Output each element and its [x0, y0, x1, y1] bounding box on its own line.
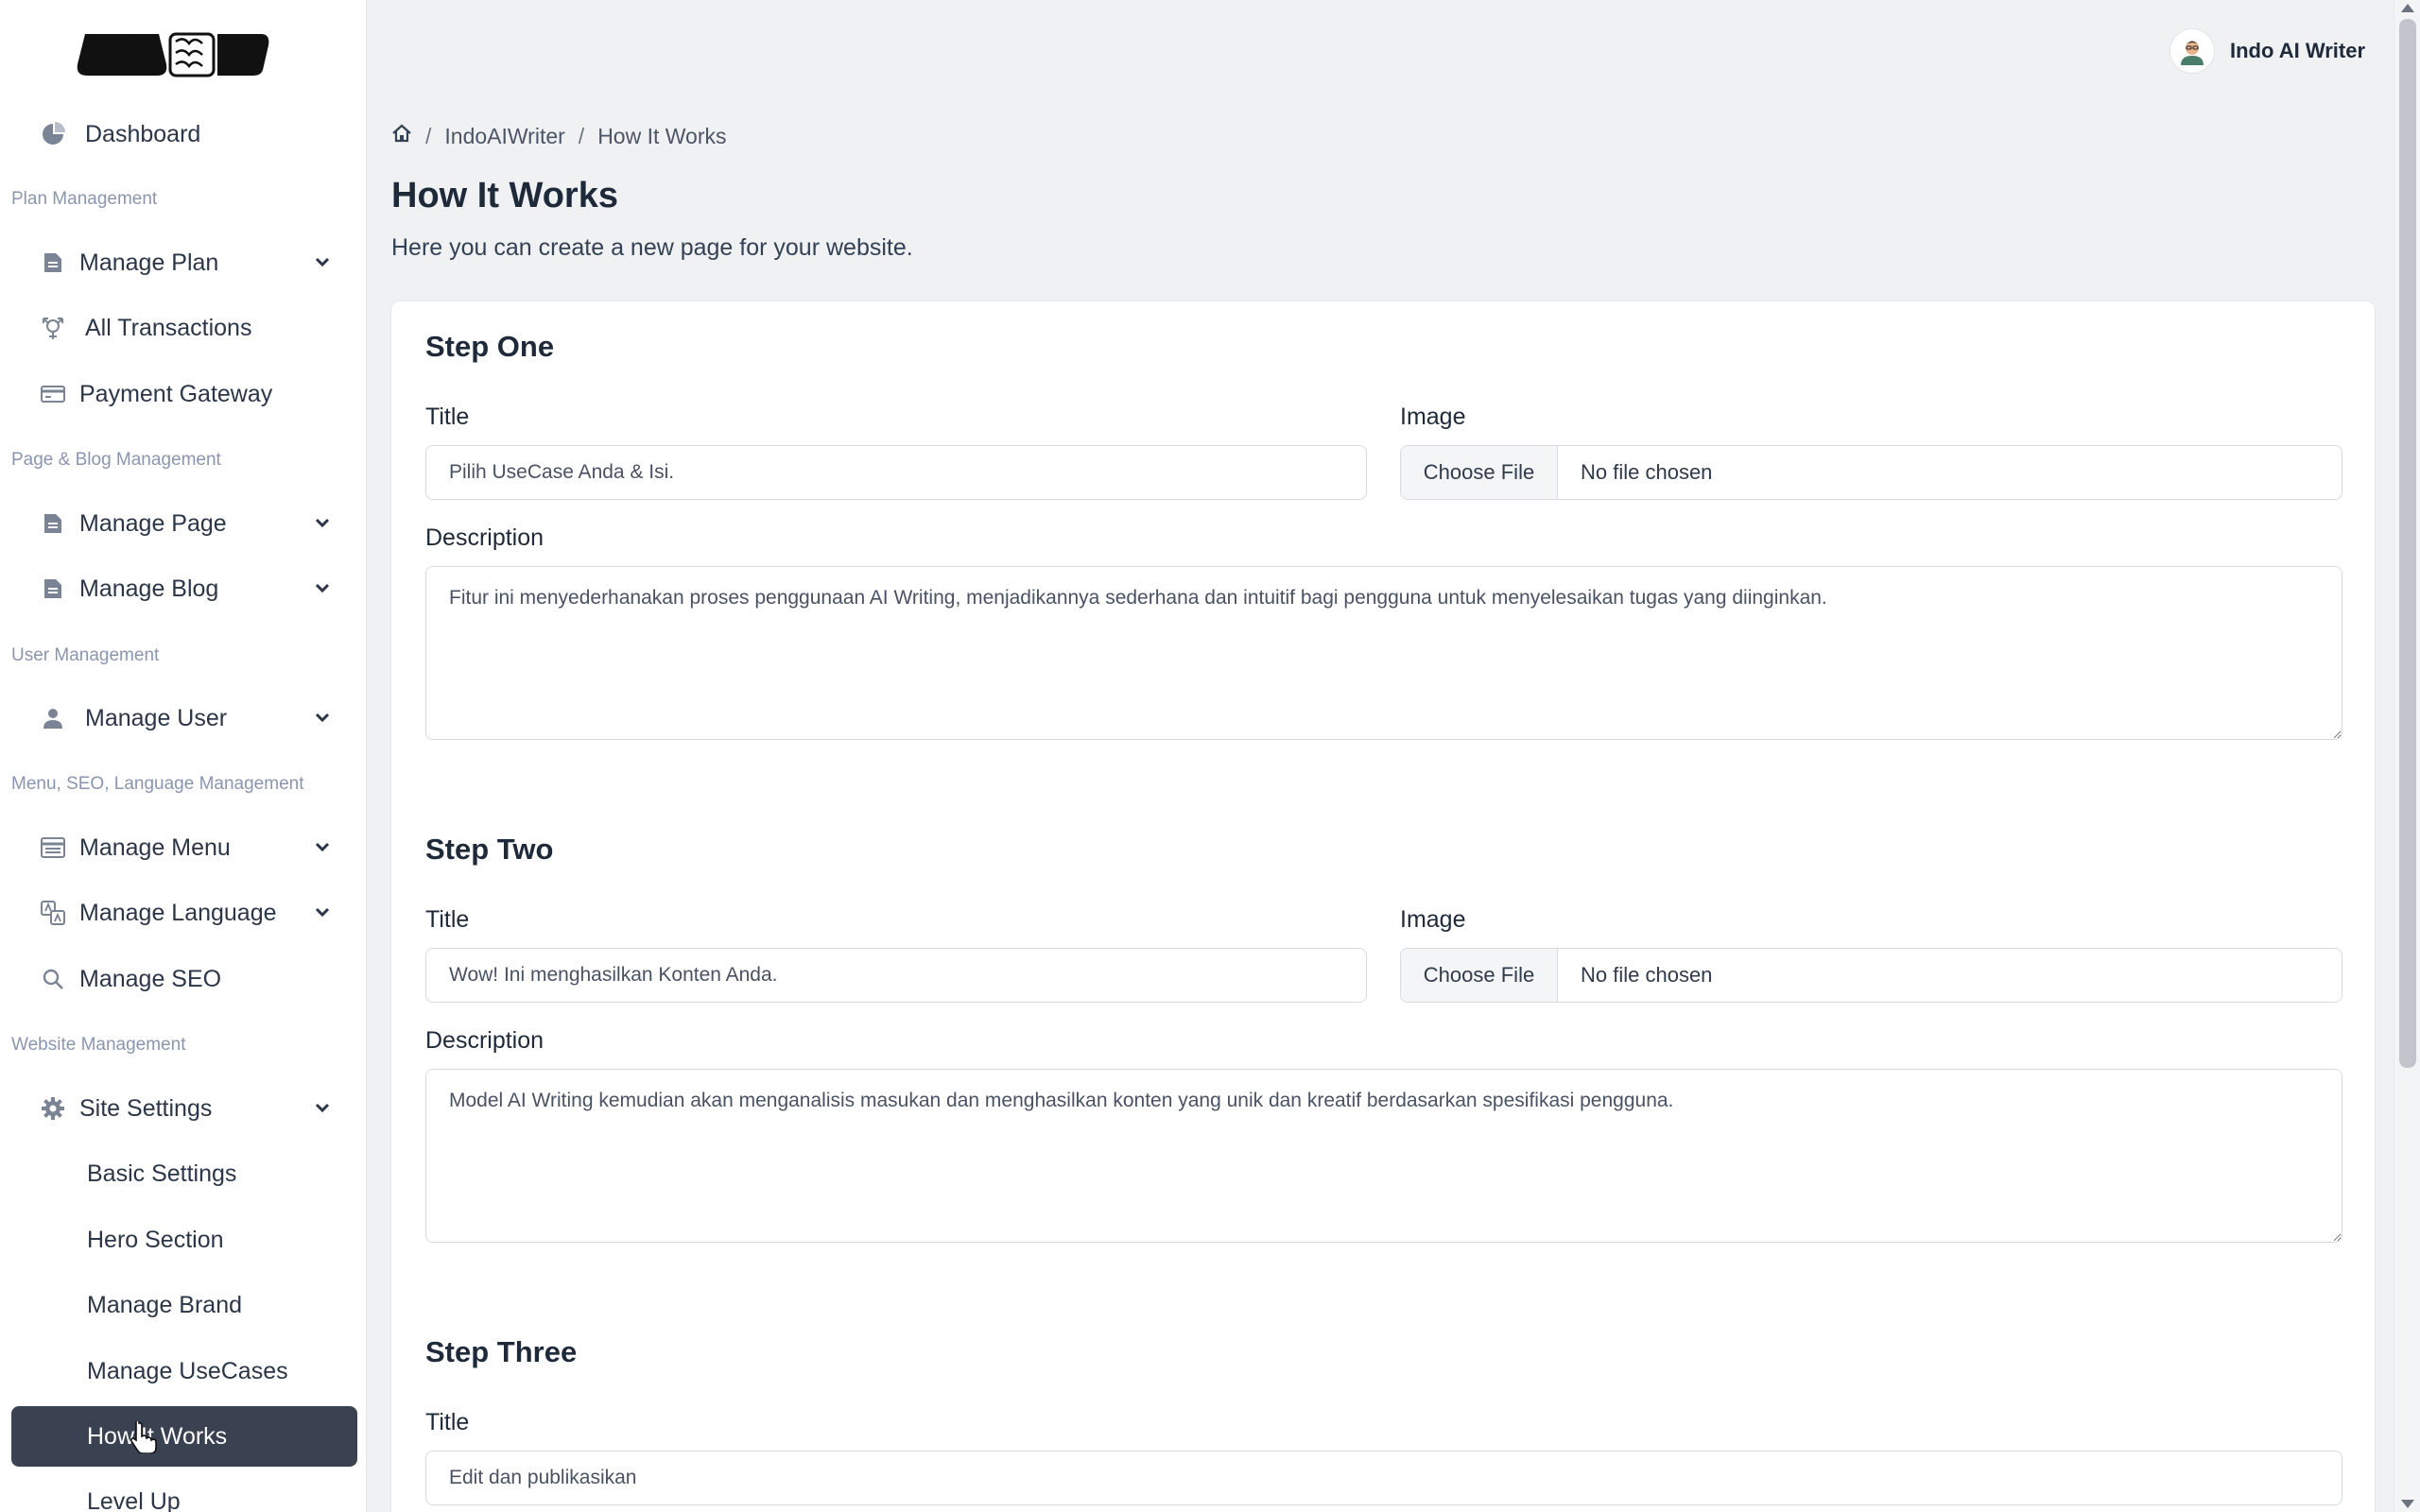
sidebar-item-manage-page[interactable]: Manage Page — [11, 493, 357, 554]
home-icon[interactable] — [391, 123, 412, 149]
sidebar-item-label: Manage Language — [79, 899, 277, 926]
sidebar-item-payment-gateway[interactable]: Payment Gateway — [11, 364, 357, 424]
gear-icon — [28, 1090, 78, 1127]
chevron-down-icon — [315, 842, 330, 852]
sidebar-item-label: Manage Plan — [79, 249, 219, 276]
sidebar-item-manage-menu[interactable]: Manage Menu — [11, 817, 357, 878]
sidebar-item-label: Payment Gateway — [79, 380, 273, 407]
step-two-title-label: Title — [425, 906, 470, 933]
sidebar-item-level-up[interactable]: Level Up — [11, 1471, 357, 1512]
step-one-description-textarea[interactable]: Fitur ini menyederhanakan proses penggun… — [425, 566, 2342, 740]
sidebar-item-label: Site Settings — [79, 1094, 213, 1122]
chevron-down-icon — [315, 1103, 330, 1113]
sidebar-item-label: Dashboard — [85, 120, 201, 147]
scroll-up-arrow-icon[interactable] — [2401, 4, 2414, 12]
breadcrumb-separator: / — [425, 123, 432, 148]
menu-window-icon — [28, 829, 78, 867]
sidebar-item-label: Basic Settings — [87, 1160, 237, 1187]
step-one-title-label: Title — [425, 404, 470, 430]
step-one-description-label: Description — [425, 524, 544, 551]
sidebar-item-label: Manage UseCases — [87, 1357, 288, 1384]
step-two-image-label: Image — [1400, 906, 1466, 933]
step-one-heading: Step One — [425, 330, 555, 363]
scroll-thumb[interactable] — [2399, 19, 2416, 1068]
scroll-down-arrow-icon[interactable] — [2401, 1500, 2414, 1508]
step-two-description-textarea[interactable]: Model AI Writing kemudian akan menganali… — [425, 1069, 2342, 1243]
step-three-title-input[interactable] — [425, 1451, 2342, 1505]
chevron-down-icon — [315, 518, 330, 528]
sidebar-item-how-it-works[interactable]: How It Works — [11, 1406, 357, 1467]
choose-file-button[interactable]: Choose File — [1401, 949, 1558, 1002]
sidebar-item-dashboard[interactable]: Dashboard — [11, 104, 357, 164]
section-label-plan: Plan Management — [11, 189, 158, 209]
document-icon — [28, 505, 78, 542]
translate-icon — [28, 894, 78, 932]
how-it-works-form: Step One Title Image Choose File No file… — [390, 301, 2376, 1512]
brand-logo[interactable] — [76, 32, 270, 77]
sidebar-item-site-settings[interactable]: Site Settings — [11, 1078, 357, 1139]
page-subtitle: Here you can create a new page for your … — [391, 234, 913, 261]
sidebar-item-label: All Transactions — [85, 314, 252, 341]
breadcrumb-current: How It Works — [597, 123, 727, 148]
sidebar: Dashboard Plan Management Manage Plan Al… — [0, 0, 367, 1512]
file-name-text: No file chosen — [1581, 460, 1713, 484]
sidebar-item-manage-user[interactable]: Manage User — [11, 688, 357, 748]
sidebar-item-manage-plan[interactable]: Manage Plan — [11, 232, 357, 293]
page-scrollbar[interactable] — [2394, 0, 2420, 1512]
user-menu[interactable]: Indo AI Writer — [2169, 28, 2365, 74]
avatar — [2169, 28, 2215, 74]
sidebar-item-label: Manage SEO — [79, 965, 222, 992]
top-bar: Indo AI Writer — [368, 0, 2394, 104]
sidebar-item-manage-usecases[interactable]: Manage UseCases — [11, 1341, 357, 1401]
chevron-down-icon — [315, 257, 330, 267]
step-one-image-label: Image — [1400, 404, 1466, 430]
step-two-image-file-input[interactable]: Choose File No file chosen — [1400, 948, 2342, 1003]
step-two-heading: Step Two — [425, 833, 554, 866]
hand-pointer-cursor-icon — [130, 1421, 157, 1453]
sidebar-item-label: Manage Menu — [79, 833, 231, 861]
breadcrumb-separator: / — [578, 123, 585, 148]
choose-file-button[interactable]: Choose File — [1401, 446, 1558, 499]
step-two-description-label: Description — [425, 1027, 544, 1054]
gender-symbol-icon — [28, 309, 78, 347]
pie-chart-icon — [28, 115, 78, 153]
sidebar-item-hero-section[interactable]: Hero Section — [11, 1210, 357, 1270]
file-name-text: No file chosen — [1581, 963, 1713, 987]
document-icon — [28, 570, 78, 608]
breadcrumb: / IndoAIWriter / How It Works — [391, 123, 727, 149]
sidebar-item-label: Manage Brand — [87, 1291, 243, 1318]
sidebar-item-basic-settings[interactable]: Basic Settings — [11, 1143, 357, 1204]
sidebar-item-label: Level Up — [87, 1487, 181, 1512]
step-two-title-input[interactable] — [425, 948, 1367, 1003]
sidebar-item-label: Manage User — [85, 704, 228, 731]
sidebar-item-label: Hero Section — [87, 1226, 224, 1253]
sidebar-item-manage-seo[interactable]: Manage SEO — [11, 949, 357, 1009]
chevron-down-icon — [315, 583, 330, 593]
breadcrumb-link[interactable]: IndoAIWriter — [444, 124, 564, 149]
step-three-heading: Step Three — [425, 1335, 578, 1368]
section-label-website: Website Management — [11, 1035, 186, 1055]
chevron-down-icon — [315, 907, 330, 918]
sidebar-item-manage-brand[interactable]: Manage Brand — [11, 1275, 357, 1335]
sidebar-item-label: How It Works — [87, 1422, 228, 1450]
section-label-menu-seo: Menu, SEO, Language Management — [11, 774, 304, 794]
page-title: How It Works — [391, 176, 618, 215]
section-label-user: User Management — [11, 645, 160, 665]
sidebar-item-all-transactions[interactable]: All Transactions — [11, 298, 357, 358]
user-icon — [28, 699, 78, 737]
search-icon — [28, 960, 78, 998]
sidebar-item-manage-language[interactable]: Manage Language — [11, 883, 357, 943]
step-one-image-file-input[interactable]: Choose File No file chosen — [1400, 445, 2342, 500]
sidebar-item-label: Manage Page — [79, 509, 227, 537]
sidebar-item-manage-blog[interactable]: Manage Blog — [11, 558, 357, 619]
step-three-title-label: Title — [425, 1409, 470, 1435]
section-label-page-blog: Page & Blog Management — [11, 450, 221, 470]
user-name: Indo AI Writer — [2230, 39, 2365, 62]
chevron-down-icon — [315, 713, 330, 723]
sidebar-item-label: Manage Blog — [79, 575, 219, 602]
step-one-title-input[interactable] — [425, 445, 1367, 500]
credit-card-icon — [28, 375, 78, 413]
document-icon — [28, 244, 78, 282]
